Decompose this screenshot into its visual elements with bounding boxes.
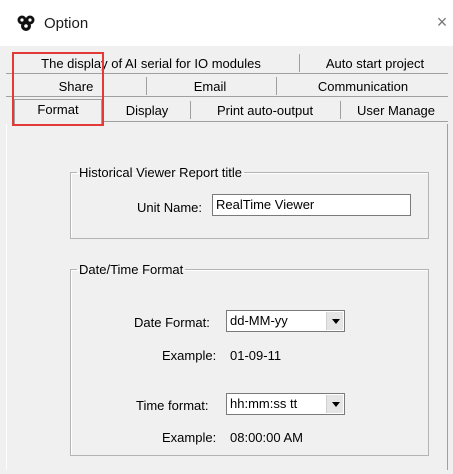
date-format-value: dd-MM-yy [230,313,288,328]
close-icon: × [436,12,448,32]
tab-row-divider [6,96,448,97]
app-icon [17,15,35,31]
title-bar: Option × [0,0,453,46]
time-format-select[interactable]: hh:mm:ss tt [226,393,345,415]
unit-name-value: RealTime Viewer [216,197,315,212]
time-format-label: Time format: [136,398,209,413]
unit-name-label: Unit Name: [137,200,203,215]
time-format-value: hh:mm:ss tt [230,396,298,411]
tab-separator [146,77,147,95]
report-title-legend: Historical Viewer Report title [79,165,243,180]
time-example-label: Example: [162,430,217,445]
tab-row-divider [6,73,448,74]
tab-label: Share [58,79,94,94]
date-example-value: 01-09-11 [230,348,282,363]
chevron-down-icon[interactable] [326,395,343,413]
date-format-select[interactable]: dd-MM-yy [226,310,345,332]
tab-communication[interactable]: Communication [280,77,446,97]
tab-separator [190,101,191,119]
tab-ai-serial-display[interactable]: The display of AI serial for IO modules [20,54,282,74]
tab-label: Format [37,102,79,117]
tab-row-divider [104,121,448,122]
unit-name-field[interactable]: RealTime Viewer [212,194,411,216]
time-example-value: 08:00:00 AM [230,430,303,445]
tab-label: The display of AI serial for IO modules [41,56,261,71]
tab-auto-start-project[interactable]: Auto start project [302,54,448,74]
tab-label: Print auto-output [216,103,314,118]
tab-print-auto-output[interactable]: Print auto-output [194,101,336,121]
tab-label: Email [193,79,227,94]
tab-label: Communication [317,79,409,94]
tab-email[interactable]: Email [148,77,272,97]
date-format-label: Date Format: [134,315,210,330]
tab-user-manage[interactable]: User Manage [344,101,448,121]
tab-separator [299,54,300,72]
window-title: Option [44,15,89,32]
tab-separator [340,101,341,119]
tab-share[interactable]: Share [10,77,142,97]
tab-label: Auto start project [325,56,425,71]
date-example-label: Example: [162,348,217,363]
tab-display[interactable]: Display [108,101,186,121]
datetime-format-legend: Date/Time Format [79,262,184,277]
close-button[interactable]: × [432,10,452,34]
tab-format[interactable]: Format [14,99,102,125]
chevron-down-icon[interactable] [326,312,343,330]
tab-separator [276,77,277,95]
tab-label: Display [125,103,169,118]
tab-label: User Manage [356,103,436,118]
